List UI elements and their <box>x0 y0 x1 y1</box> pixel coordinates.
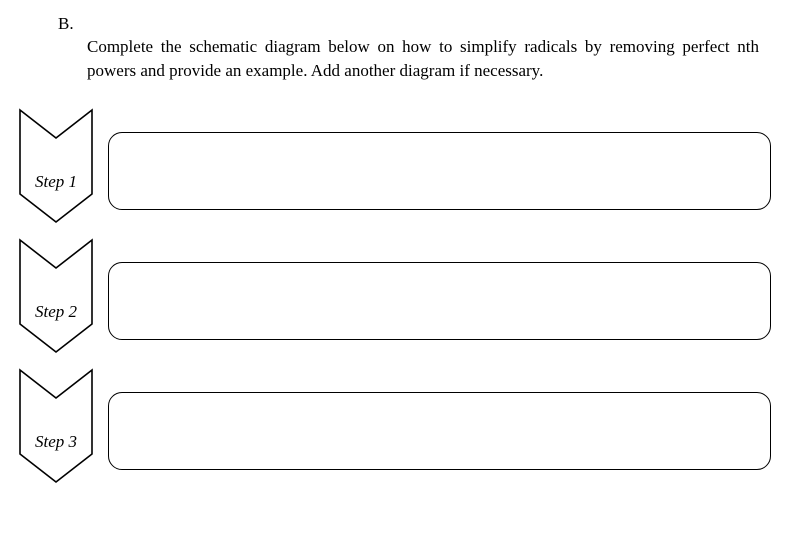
step-row-1: Step 1 <box>18 110 771 220</box>
instruction-block: B. Complete the schematic diagram below … <box>58 12 759 82</box>
chevron-down-icon <box>18 368 94 484</box>
instruction-prefix: B. <box>58 12 82 35</box>
chevron-down-icon <box>18 108 94 224</box>
chevron-down-icon <box>18 238 94 354</box>
step-label-3: Step 3 <box>18 432 94 452</box>
step-input-3[interactable] <box>108 392 771 470</box>
step-label-1: Step 1 <box>18 172 94 192</box>
step-input-1[interactable] <box>108 132 771 210</box>
step-row-3: Step 3 <box>18 370 771 480</box>
step-input-2[interactable] <box>108 262 771 340</box>
instruction-text: Complete the schematic diagram below on … <box>87 37 759 79</box>
step-label-2: Step 2 <box>18 302 94 322</box>
step-row-2: Step 2 <box>18 240 771 350</box>
